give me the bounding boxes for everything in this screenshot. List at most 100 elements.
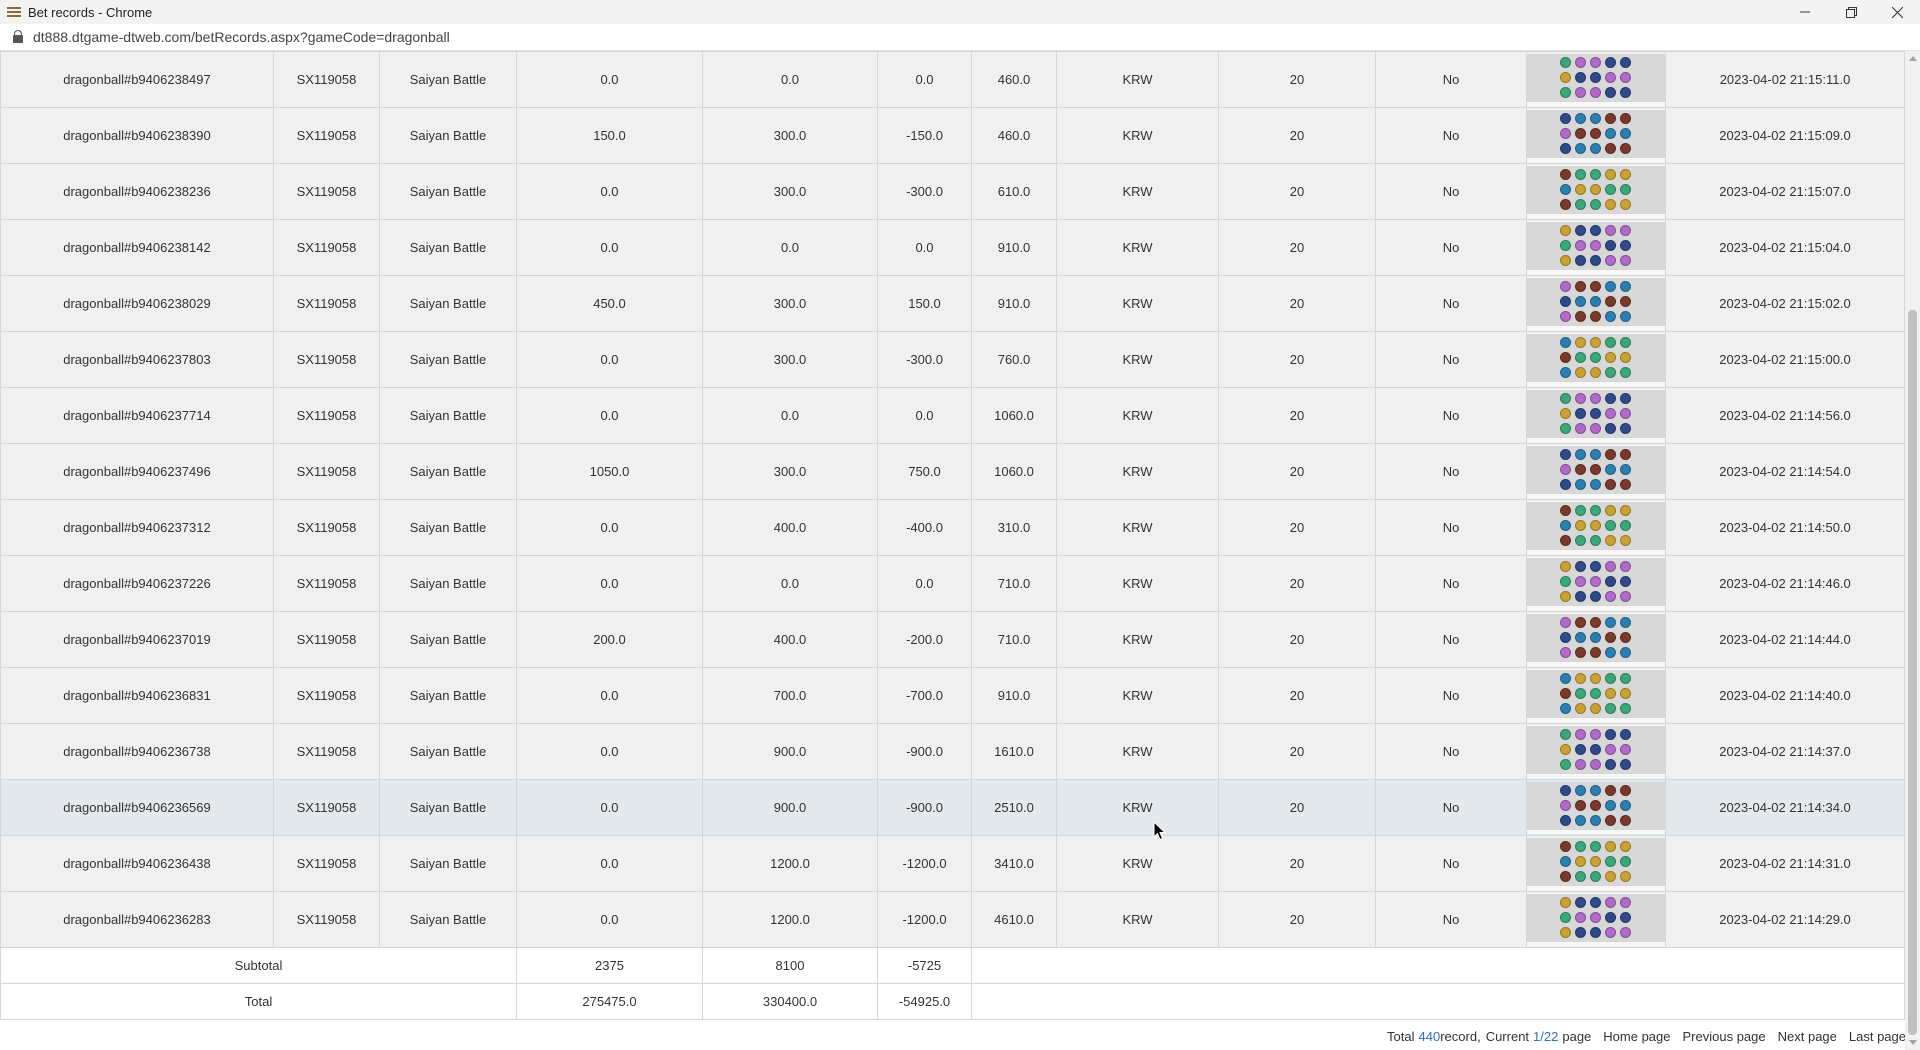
slot-symbol-icon xyxy=(1605,351,1616,363)
next-page-link[interactable]: Next page xyxy=(1778,1029,1837,1044)
slot-symbol-icon xyxy=(1560,448,1571,460)
slot-symbol-icon xyxy=(1575,71,1586,83)
slot-symbol-icon xyxy=(1560,422,1571,434)
table-row[interactable]: dragonball#b9406236831 SX119058 Saiyan Bat… xyxy=(0,667,1905,724)
cell-game: Saiyan Battle xyxy=(379,387,517,444)
previous-page-link[interactable]: Previous page xyxy=(1683,1029,1766,1044)
cell-result[interactable] xyxy=(1526,555,1666,612)
table-row[interactable]: dragonball#b9406237496 SX119058 Saiyan Bat… xyxy=(0,443,1905,500)
cell-result[interactable] xyxy=(1526,219,1666,276)
table-row[interactable]: dragonball#b9406236569 SX119058 Saiyan Bat… xyxy=(0,779,1905,836)
cell-balance: 4610.0 xyxy=(971,891,1057,948)
home-page-link[interactable]: Home page xyxy=(1603,1029,1670,1044)
cell-result[interactable] xyxy=(1526,891,1666,948)
cell-result[interactable] xyxy=(1526,331,1666,388)
result-board-thumbnail[interactable] xyxy=(1527,613,1665,666)
slot-symbol-icon xyxy=(1575,183,1586,195)
slot-symbol-icon xyxy=(1605,616,1616,628)
table-row[interactable]: dragonball#b9406236438 SX119058 Saiyan Bat… xyxy=(0,835,1905,892)
slot-symbol-icon xyxy=(1590,616,1601,628)
slot-symbol-icon xyxy=(1590,870,1601,882)
cell-result[interactable] xyxy=(1526,723,1666,780)
result-board-thumbnail[interactable] xyxy=(1527,277,1665,330)
cell-result[interactable] xyxy=(1526,835,1666,892)
result-board-thumbnail[interactable] xyxy=(1527,781,1665,834)
scroll-down-arrow-icon[interactable] xyxy=(1909,1040,1917,1045)
slot-symbol-icon xyxy=(1575,743,1586,755)
result-board-thumbnail[interactable] xyxy=(1527,165,1665,218)
table-row[interactable]: dragonball#b9406238029 SX119058 Saiyan Bat… xyxy=(0,275,1905,332)
total-empty-cell xyxy=(971,983,1905,1020)
table-row[interactable]: dragonball#b9406237226 SX119058 Saiyan Bat… xyxy=(0,555,1905,612)
minimize-button[interactable] xyxy=(1782,0,1828,24)
result-board-thumbnail[interactable] xyxy=(1527,109,1665,162)
cell-result[interactable] xyxy=(1526,779,1666,836)
table-row[interactable]: dragonball#b9406238390 SX119058 Saiyan Bat… xyxy=(0,107,1905,164)
cell-profit: -1200.0 xyxy=(877,835,972,892)
cell-free: No xyxy=(1375,387,1527,444)
table-row[interactable]: dragonball#b9406236738 SX119058 Saiyan Bat… xyxy=(0,723,1905,780)
slot-symbol-icon xyxy=(1605,926,1616,938)
table-row[interactable]: dragonball#b9406237312 SX119058 Saiyan Bat… xyxy=(0,499,1905,556)
result-board-thumbnail[interactable] xyxy=(1527,725,1665,778)
restore-icon xyxy=(1845,6,1857,18)
cell-time: 2023-04-02 21:15:09.0 xyxy=(1665,107,1905,164)
scroll-up-arrow-icon[interactable] xyxy=(1909,56,1917,61)
cell-profit: 0.0 xyxy=(877,555,972,612)
total-win: 275475.0 xyxy=(516,983,703,1020)
slot-symbol-icon xyxy=(1560,799,1571,811)
table-row[interactable]: dragonball#b9406238497 SX119058 Saiyan Bat… xyxy=(0,51,1905,108)
cell-game: Saiyan Battle xyxy=(379,779,517,836)
cell-result[interactable] xyxy=(1526,443,1666,500)
vertical-scrollbar[interactable] xyxy=(1905,51,1920,1050)
cell-player: SX119058 xyxy=(273,163,380,220)
table-row[interactable]: dragonball#b9406237803 SX119058 Saiyan Bat… xyxy=(0,331,1905,388)
cell-bet: 0.0 xyxy=(702,219,878,276)
cell-result[interactable] xyxy=(1526,107,1666,164)
table-row[interactable]: dragonball#b9406236283 SX119058 Saiyan Bat… xyxy=(0,891,1905,948)
cell-result[interactable] xyxy=(1526,51,1666,108)
slot-symbol-icon xyxy=(1560,504,1571,516)
slot-symbol-icon xyxy=(1590,504,1601,516)
slot-symbol-icon xyxy=(1605,646,1616,658)
subtotal-profit: -5725 xyxy=(877,947,972,984)
cell-free: No xyxy=(1375,275,1527,332)
cell-result[interactable] xyxy=(1526,611,1666,668)
address-bar[interactable]: dt888.dtgame-dtweb.com/betRecords.aspx?g… xyxy=(0,24,1920,51)
result-board-thumbnail[interactable] xyxy=(1527,557,1665,610)
cell-result[interactable] xyxy=(1526,275,1666,332)
scrollbar-thumb[interactable] xyxy=(1908,310,1917,1035)
result-board-thumbnail[interactable] xyxy=(1527,389,1665,442)
slot-symbol-icon xyxy=(1590,896,1601,908)
table-row[interactable]: dragonball#b9406238236 SX119058 Saiyan Bat… xyxy=(0,163,1905,220)
slot-symbol-icon xyxy=(1560,142,1571,154)
cell-win: 0.0 xyxy=(516,555,703,612)
table-row[interactable]: dragonball#b9406237714 SX119058 Saiyan Bat… xyxy=(0,387,1905,444)
result-board-thumbnail[interactable] xyxy=(1527,893,1665,946)
slot-symbol-icon xyxy=(1620,71,1631,83)
slot-symbol-icon xyxy=(1605,590,1616,602)
cell-bet: 900.0 xyxy=(702,779,878,836)
table-row[interactable]: dragonball#b9406238142 SX119058 Saiyan Bat… xyxy=(0,219,1905,276)
restore-button[interactable] xyxy=(1828,0,1874,24)
result-board-thumbnail[interactable] xyxy=(1527,501,1665,554)
cell-result[interactable] xyxy=(1526,667,1666,724)
cell-lines: 20 xyxy=(1218,163,1376,220)
url-text[interactable]: dt888.dtgame-dtweb.com/betRecords.aspx?g… xyxy=(33,29,450,45)
result-board-thumbnail[interactable] xyxy=(1527,669,1665,722)
cell-result[interactable] xyxy=(1526,387,1666,444)
cell-player: SX119058 xyxy=(273,891,380,948)
last-page-link[interactable]: Last page xyxy=(1849,1029,1906,1044)
result-board-thumbnail[interactable] xyxy=(1527,445,1665,498)
result-board-thumbnail[interactable] xyxy=(1527,221,1665,274)
cell-win: 0.0 xyxy=(516,387,703,444)
result-board-thumbnail[interactable] xyxy=(1527,837,1665,890)
slot-symbol-icon xyxy=(1620,814,1631,826)
cell-win: 0.0 xyxy=(516,331,703,388)
result-board-thumbnail[interactable] xyxy=(1527,333,1665,386)
cell-result[interactable] xyxy=(1526,163,1666,220)
table-row[interactable]: dragonball#b9406237019 SX119058 Saiyan Bat… xyxy=(0,611,1905,668)
cell-result[interactable] xyxy=(1526,499,1666,556)
result-board-thumbnail[interactable] xyxy=(1527,53,1665,106)
close-button[interactable] xyxy=(1874,0,1920,24)
